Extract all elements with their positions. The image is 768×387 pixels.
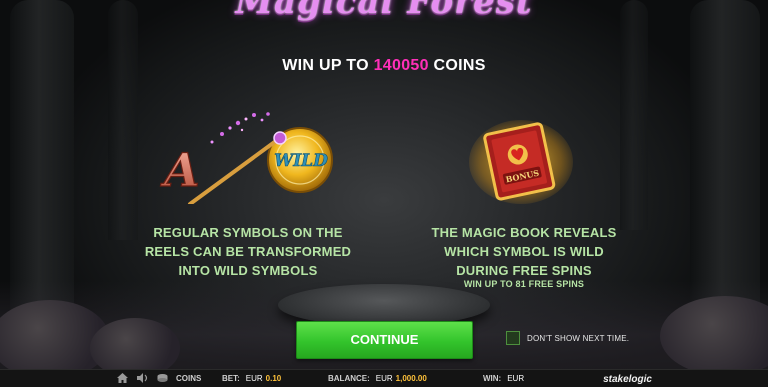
dont-show-next-time-toggle[interactable]: DON'T SHOW NEXT TIME.: [506, 331, 629, 345]
bonus-feature-description: THE MAGIC BOOK REVEALS WHICH SYMBOL IS W…: [394, 223, 654, 290]
max-win-amount: 140050: [373, 57, 429, 74]
bet-display[interactable]: BET: EUR 0.10: [222, 374, 281, 383]
dont-show-label: DON'T SHOW NEXT TIME.: [527, 333, 630, 343]
bonus-book-art: BONUS: [469, 120, 573, 204]
balance-currency: EUR: [375, 374, 393, 383]
headline-prefix: WIN UP TO: [282, 57, 369, 74]
stone-pedestal: [278, 284, 490, 326]
magic-wand-icon: [188, 136, 282, 204]
magic-book-icon: BONUS: [483, 122, 556, 201]
win-display: WIN: EUR: [483, 374, 524, 383]
bet-label: BET:: [222, 374, 240, 383]
stakelogic-logo: stakelogic: [603, 374, 652, 385]
game-intro-screen: Magical Forest WIN UP TO 140050 COINS A …: [0, 0, 768, 387]
win-currency: EUR: [507, 374, 525, 383]
headline-suffix: COINS: [433, 57, 486, 74]
game-logo: Magical Forest: [235, 0, 533, 22]
bonus-desc-line-1: THE MAGIC BOOK REVEALS: [431, 225, 617, 240]
coins-icon[interactable]: [157, 373, 168, 383]
balance-value: 1,000.00: [395, 374, 427, 383]
coins-label: COINS: [176, 374, 202, 383]
max-win-headline: WIN UP TO 140050 COINS: [0, 57, 768, 75]
wild-feature-description: REGULAR SYMBOLS ON THE REELS CAN BE TRAN…: [118, 223, 378, 280]
bet-value: 0.10: [265, 374, 282, 383]
wild-desc-line-1: REGULAR SYMBOLS ON THE: [153, 225, 343, 240]
balance-label: BALANCE:: [328, 374, 370, 383]
continue-button[interactable]: CONTINUE: [296, 321, 473, 359]
wild-desc-line-2: REELS CAN BE TRANSFORMED: [144, 244, 352, 259]
bottom-status-bar: COINS BET: EUR 0.10 BALANCE: EUR 1,000.0…: [0, 369, 768, 387]
bonus-desc-line-2: WHICH SYMBOL IS WILD: [444, 244, 604, 259]
sound-icon[interactable]: [137, 373, 148, 383]
wild-coin-label: WILD: [274, 151, 328, 171]
home-icon[interactable]: [117, 373, 128, 383]
wild-desc-line-3: INTO WILD SYMBOLS: [178, 263, 318, 278]
tree-trunk-left-2: [108, 0, 138, 240]
letter-a-symbol: A: [160, 143, 200, 197]
balance-display: BALANCE: EUR 1,000.00: [328, 374, 427, 383]
bet-currency: EUR: [245, 374, 263, 383]
free-spins-note: WIN UP TO 81 FREE SPINS: [463, 279, 585, 289]
win-label: WIN:: [483, 374, 502, 383]
dont-show-checkbox[interactable]: [506, 331, 520, 345]
sparkle-trail: [210, 112, 270, 144]
wild-symbol-art: A WILD: [159, 112, 333, 204]
coins-toggle[interactable]: COINS: [176, 374, 201, 383]
tree-trunk-right-2: [620, 0, 648, 230]
